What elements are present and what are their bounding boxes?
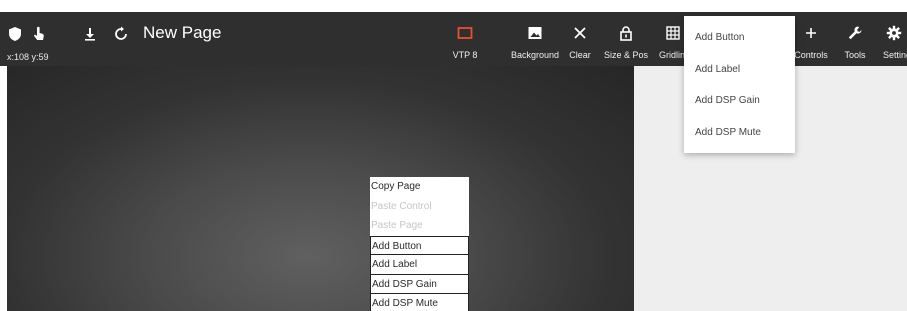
gridlines-label: Gridlin [659,50,686,60]
context-add-dsp-mute[interactable]: Add DSP Mute [370,294,469,311]
lock-icon [618,25,634,41]
clear-label: Clear [569,50,591,60]
context-paste-page: Paste Page [371,220,423,231]
context-add-label[interactable]: Add Label [370,255,469,275]
dropdown-add-dsp-gain[interactable]: Add DSP Gain [684,85,795,117]
panel-outline-icon [457,25,473,41]
refresh-icon[interactable] [113,26,129,42]
grid-icon [665,25,681,41]
page-title: New Page [143,23,222,42]
controls-label: Controls [794,50,828,60]
gear-icon [886,25,902,41]
gridlines-button[interactable]: Gridlin [659,12,687,66]
plus-icon [803,25,819,41]
clear-button[interactable]: Clear [566,12,594,66]
add-controls-dropdown: Add Button Add Label Add DSP Gain Add DS… [684,16,795,153]
context-paste-control: Paste Control [371,200,432,212]
context-add-dsp-gain[interactable]: Add DSP Gain [370,274,469,294]
touch-hand-icon[interactable] [31,26,47,42]
tools-button[interactable]: Tools [841,12,869,66]
wrench-icon [847,25,863,41]
size-pos-label: Size & Pos [603,50,649,60]
dropdown-add-label[interactable]: Add Label [684,54,795,86]
size-pos-button[interactable]: Size & Pos [602,12,650,66]
dropdown-add-dsp-mute[interactable]: Add DSP Mute [684,117,795,149]
download-icon[interactable] [82,26,98,42]
close-icon [572,25,588,41]
background-label: Background [510,50,560,60]
context-add-button[interactable]: Add Button [370,235,469,255]
background-button[interactable]: Background [508,12,562,66]
page-canvas[interactable] [7,66,634,311]
vtp-panel-label: VTP 8 [452,50,478,60]
app-window: New Page x:108 y:59 VTP 8 Background Cle… [0,0,907,311]
settings-button[interactable]: Setting [881,12,907,66]
vtp-panel-button[interactable]: VTP 8 [444,12,486,66]
tools-label: Tools [844,50,866,60]
image-icon [527,25,543,41]
canvas-context-menu: Copy Page Paste Control Paste Page Add B… [370,177,469,311]
context-copy-page[interactable]: Copy Page [370,177,469,197]
cursor-coordinates: x:108 y:59 [7,52,49,62]
settings-label: Setting [883,50,907,60]
controls-button[interactable]: Controls [794,12,828,66]
shield-icon[interactable] [7,26,23,42]
dropdown-add-button[interactable]: Add Button [684,22,795,54]
